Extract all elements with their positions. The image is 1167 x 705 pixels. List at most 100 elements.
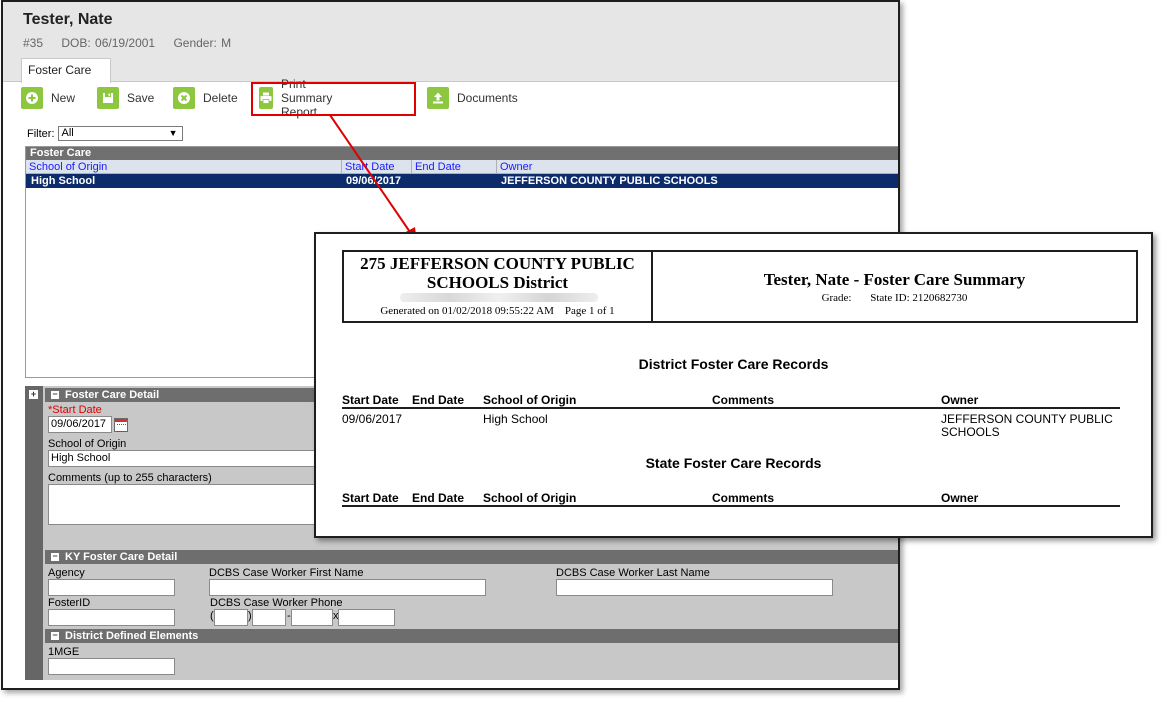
district-defined-elements-header[interactable]: − District Defined Elements	[45, 629, 898, 643]
district-header-rule	[342, 407, 1120, 409]
state-col-comments: Comments	[712, 491, 775, 505]
student-number: #35	[23, 36, 44, 50]
district-row-owner: JEFFERSON COUNTY PUBLIC SCHOOLS	[941, 413, 1113, 439]
detail-sidebar: +	[25, 386, 43, 680]
report-district-name: 275 JEFFERSON COUNTY PUBLIC SCHOOLS Dist…	[344, 254, 651, 292]
district-col-start-date: Start Date	[342, 393, 399, 407]
school-of-origin-label: School of Origin	[48, 438, 127, 450]
collapse-icon: −	[51, 551, 59, 561]
phone-extension-input[interactable]	[338, 609, 395, 626]
worker-last-name-label: DCBS Case Worker Last Name	[556, 567, 710, 579]
state-header-rule	[342, 505, 1120, 507]
new-button[interactable]: New	[21, 86, 75, 110]
phone-area-code-input[interactable]	[214, 609, 248, 626]
report-generated: Generated on 01/02/2018 09:55:22 AM	[380, 305, 554, 317]
student-header: Tester, Nate #35 DOB: 06/19/2001 Gender:…	[3, 2, 898, 58]
documents-button[interactable]: Documents	[427, 86, 518, 110]
report-district-block: 275 JEFFERSON COUNTY PUBLIC SCHOOLS Dist…	[344, 252, 653, 321]
documents-button-label: Documents	[457, 91, 518, 105]
report-grade: Grade:	[821, 292, 852, 304]
agency-label: Agency	[48, 567, 85, 579]
student-gender: Gender: M	[173, 36, 232, 50]
report-district-line-2: SCHOOLS District	[426, 273, 569, 292]
calendar-icon[interactable]	[114, 418, 128, 432]
district-col-school: School of Origin	[483, 393, 577, 407]
dropdown-arrow-icon: ▼	[168, 128, 178, 138]
collapse-icon: −	[51, 630, 59, 640]
column-end-date[interactable]: End Date	[411, 160, 496, 174]
new-button-label: New	[51, 91, 76, 105]
report-district-line-1: 275 JEFFERSON COUNTY PUBLIC	[360, 254, 635, 273]
district-col-end-date: End Date	[412, 393, 465, 407]
expand-icon[interactable]: +	[29, 390, 38, 399]
report-page: Page 1 of 1	[564, 305, 615, 317]
report-generated-line: Generated on 01/02/2018 09:55:22 AM Page…	[344, 305, 651, 317]
mge-input[interactable]	[48, 658, 175, 675]
report-subtitle: Grade: State ID: 2120682730	[653, 292, 1136, 304]
worker-phone-label: DCBS Case Worker Phone	[210, 597, 343, 609]
save-icon	[97, 87, 119, 109]
state-col-end-date: End Date	[412, 491, 465, 505]
row-start-date: 09/06/2017	[346, 175, 402, 187]
worker-first-name-input[interactable]	[209, 579, 486, 596]
row-school: High School	[31, 175, 96, 187]
column-school-of-origin[interactable]: School of Origin	[26, 160, 341, 174]
worker-last-name-input[interactable]	[556, 579, 833, 596]
state-records-heading: State Foster Care Records	[645, 455, 822, 471]
school-of-origin-input[interactable]: High School	[48, 450, 323, 467]
delete-icon	[173, 87, 195, 109]
state-col-start-date: Start Date	[342, 491, 399, 505]
table-row[interactable]: High School 09/06/2017 JEFFERSON COUNTY …	[26, 174, 898, 188]
filter-control: Filter: All ▼	[27, 126, 183, 141]
redacted-address	[400, 293, 598, 302]
comments-textarea[interactable]	[48, 484, 323, 525]
comments-label: Comments (up to 255 characters)	[48, 472, 212, 484]
delete-button[interactable]: Delete	[173, 86, 238, 110]
report-title-block: Tester, Nate - Foster Care Summary Grade…	[653, 252, 1136, 321]
ky-foster-care-detail-header[interactable]: − KY Foster Care Detail	[45, 550, 898, 564]
filter-value: All	[61, 127, 74, 139]
district-col-owner: Owner	[941, 393, 979, 407]
save-button-label: Save	[127, 91, 155, 105]
foster-care-summary-report: 275 JEFFERSON COUNTY PUBLIC SCHOOLS Dist…	[314, 232, 1153, 538]
upload-icon	[427, 87, 449, 109]
worker-first-name-label: DCBS Case Worker First Name	[209, 567, 364, 579]
print-button-highlight	[251, 82, 416, 116]
state-col-school: School of Origin	[483, 491, 577, 505]
report-state-id: State ID: 2120682730	[870, 292, 968, 304]
student-info: #35 DOB: 06/19/2001 Gender: M	[23, 36, 245, 50]
start-date-input[interactable]: 09/06/2017	[48, 416, 112, 433]
delete-button-label: Delete	[203, 91, 238, 105]
fosterid-input[interactable]	[48, 609, 175, 626]
row-owner: JEFFERSON COUNTY PUBLIC SCHOOLS	[501, 175, 718, 187]
tab-foster-care[interactable]: Foster Care	[21, 58, 111, 83]
district-col-comments: Comments	[712, 393, 775, 407]
district-defined-elements-title: District Defined Elements	[65, 630, 199, 642]
list-title: Foster Care	[26, 147, 898, 160]
report-header: 275 JEFFERSON COUNTY PUBLIC SCHOOLS Dist…	[342, 250, 1138, 323]
column-owner[interactable]: Owner	[496, 160, 898, 174]
column-start-date[interactable]: Start Date	[341, 160, 411, 174]
ky-foster-care-detail-title: KY Foster Care Detail	[65, 551, 178, 563]
foster-care-detail-title: Foster Care Detail	[65, 389, 160, 401]
fosterid-label: FosterID	[48, 597, 91, 609]
phone-line-input[interactable]	[291, 609, 333, 626]
mge-label: 1MGE	[48, 646, 80, 658]
district-records-heading: District Foster Care Records	[638, 356, 829, 372]
tab-bar: Foster Care	[3, 58, 898, 83]
start-date-label-text: Start Date	[52, 404, 102, 416]
collapse-icon: −	[51, 389, 59, 399]
filter-label: Filter:	[27, 127, 55, 140]
district-row-school: High School	[483, 412, 548, 426]
student-name: Tester, Nate	[23, 11, 113, 28]
filter-select[interactable]: All ▼	[57, 126, 183, 141]
report-title: Tester, Nate - Foster Care Summary	[763, 270, 1026, 289]
state-col-owner: Owner	[941, 491, 979, 505]
plus-icon	[21, 87, 43, 109]
student-dob: DOB: 06/19/2001	[61, 36, 156, 50]
save-button[interactable]: Save	[97, 86, 154, 110]
phone-prefix-input[interactable]	[252, 609, 286, 626]
agency-input[interactable]	[48, 579, 175, 596]
district-row-start-date: 09/06/2017	[342, 412, 403, 426]
start-date-label: *Start Date	[48, 404, 102, 416]
